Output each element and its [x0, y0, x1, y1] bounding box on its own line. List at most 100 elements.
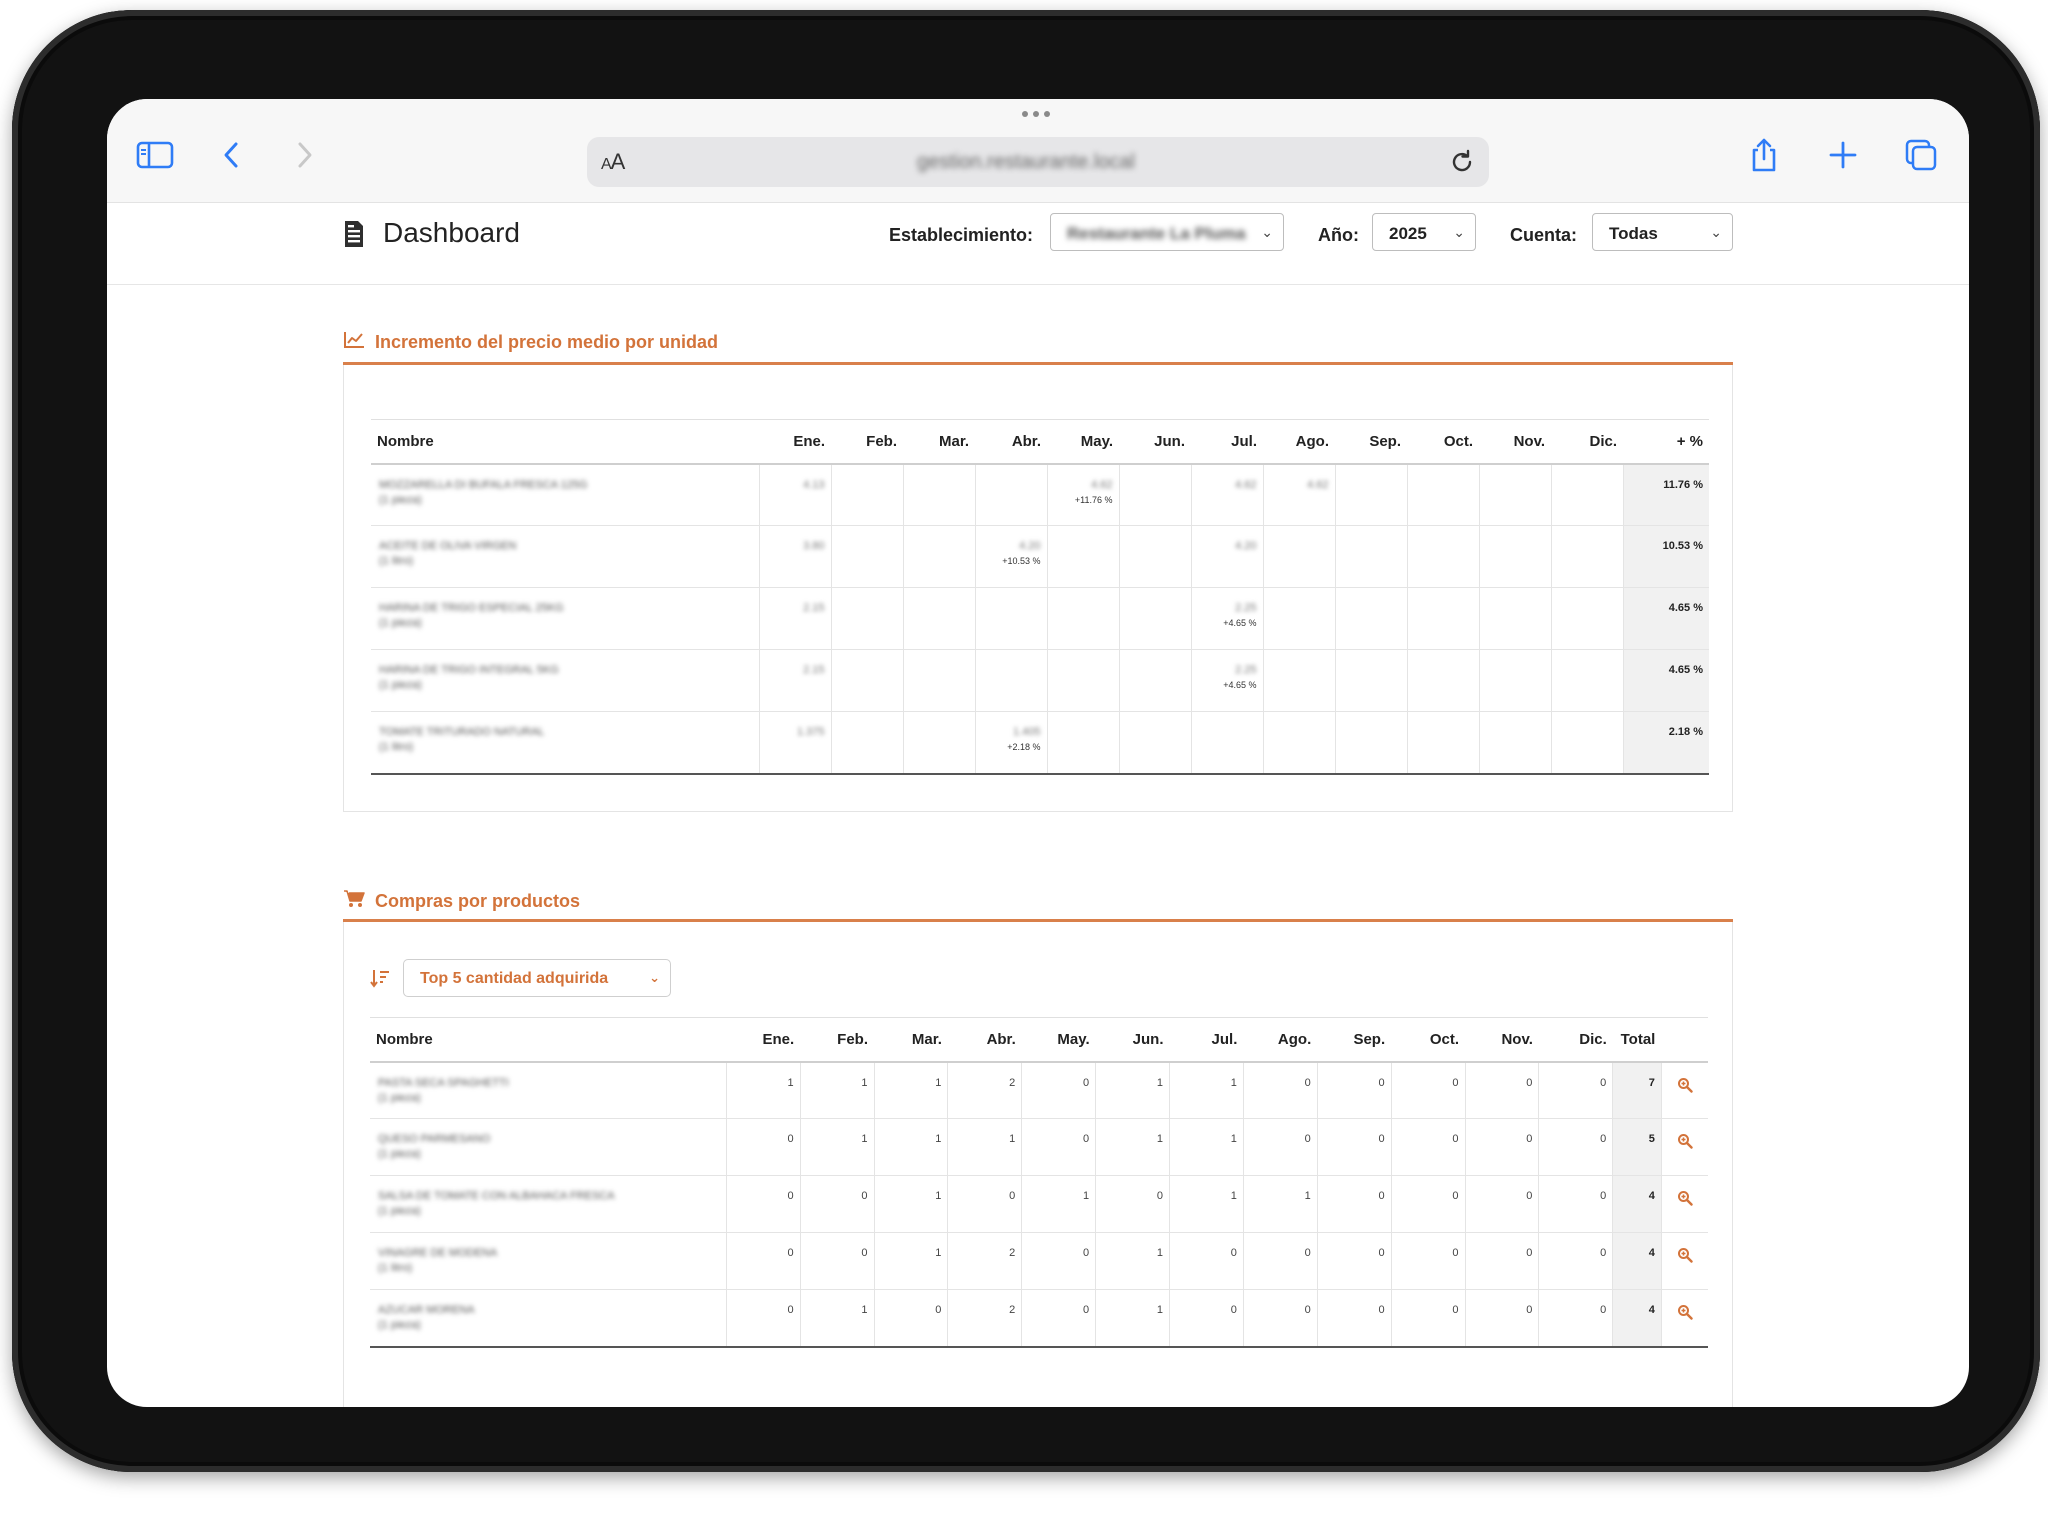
month-quantity: 0	[799, 1175, 874, 1233]
multitasking-grabber[interactable]	[1022, 111, 1050, 117]
price-increase: +4.65 %	[1223, 618, 1257, 628]
view-detail-button[interactable]	[1660, 1061, 1708, 1119]
month-price-cell	[1550, 525, 1623, 588]
product-name-cell: VINAGRE DE MODENA (1 litro)	[370, 1232, 727, 1290]
month-quantity: 1	[799, 1118, 874, 1176]
month-price-cell	[902, 711, 975, 775]
month-quantity: 0	[1464, 1232, 1539, 1290]
sort-select[interactable]: Top 5 cantidad adquirida ⌄	[403, 959, 671, 997]
month-price-cell	[1118, 711, 1191, 775]
view-detail-button[interactable]	[1660, 1175, 1708, 1233]
establecimiento-label: Establecimiento:	[889, 225, 1034, 245]
product-name: ACEITE DE OLIVA VIRGEN	[379, 540, 517, 552]
column-header-nombre: Nombre	[370, 1017, 727, 1063]
address-bar[interactable]: AA gestion.restaurante.local	[587, 137, 1489, 187]
forward-icon[interactable]	[285, 135, 325, 175]
month-quantity: 1	[799, 1061, 874, 1119]
month-price: 4.20	[1235, 540, 1257, 552]
month-price-cell	[974, 463, 1047, 526]
product-name-cell: AZUCAR MORENA (1 pieza)	[370, 1289, 727, 1348]
column-header: Ene.	[759, 419, 831, 465]
column-header: Jun.	[1119, 419, 1191, 465]
chevron-down-icon: ⌄	[649, 970, 660, 985]
column-header: Oct.	[1407, 419, 1479, 465]
product-name-cell: TOMATE TRITURADO NATURAL (1 litro)	[371, 711, 759, 775]
month-price-cell: 2.25 +4.65 %	[1190, 587, 1263, 650]
month-quantity: 1	[1169, 1175, 1244, 1233]
month-price-cell	[1334, 711, 1407, 775]
table-header-row: Nombre Ene. Feb. Mar. Abr. May. Jun. Jul. Ago. Se…	[371, 419, 1709, 465]
month-price-cell: 1.375	[758, 711, 831, 775]
month-quantity: 0	[1464, 1175, 1539, 1233]
column-header: Jun.	[1095, 1017, 1170, 1063]
month-price-cell	[830, 649, 903, 712]
month-price-cell: 4.62	[1190, 463, 1263, 526]
month-quantity: 0	[1021, 1289, 1096, 1348]
sort-descending-icon	[369, 967, 391, 989]
reader-text-size-button[interactable]: AA	[601, 149, 625, 175]
sidebar-icon[interactable]	[135, 135, 175, 175]
month-price-cell	[1190, 711, 1263, 775]
product-unit: (1 pieza)	[378, 1319, 421, 1331]
month-price-cell	[1478, 587, 1551, 650]
product-unit: (1 pieza)	[378, 1205, 421, 1217]
month-price-cell	[1478, 649, 1551, 712]
month-price-cell	[1550, 711, 1623, 775]
document-icon	[343, 219, 365, 249]
cuenta-value: Todas	[1609, 224, 1658, 243]
month-price-cell: 4.62 +11.76 %	[1046, 463, 1119, 526]
column-header: Feb.	[800, 1017, 874, 1063]
products-section-header: Compras por productos	[343, 889, 580, 914]
view-detail-button[interactable]	[1660, 1232, 1708, 1290]
view-detail-button[interactable]	[1660, 1289, 1708, 1348]
anio-select[interactable]: 2025 ⌄	[1372, 213, 1476, 251]
month-quantity: 0	[1464, 1289, 1539, 1348]
view-detail-button[interactable]	[1660, 1118, 1708, 1176]
month-quantity: 1	[1095, 1232, 1170, 1290]
month-quantity: 0	[1242, 1061, 1318, 1119]
month-quantity: 0	[1316, 1289, 1392, 1348]
column-header: Mar.	[874, 1017, 948, 1063]
product-name: TOMATE TRITURADO NATURAL	[379, 726, 545, 738]
month-quantity: 1	[873, 1118, 948, 1176]
column-header-nombre: Nombre	[371, 419, 759, 465]
month-quantity: 0	[1538, 1175, 1613, 1233]
increase-percent: 4.65 %	[1622, 587, 1709, 650]
month-price-cell	[1478, 711, 1551, 775]
tabs-overview-icon[interactable]	[1901, 135, 1941, 175]
month-quantity: 2	[947, 1061, 1022, 1119]
cuenta-select[interactable]: Todas ⌄	[1592, 213, 1733, 251]
month-price-cell: 4.13	[758, 463, 831, 526]
month-price-cell	[1406, 463, 1479, 526]
chevron-down-icon: ⌄	[1261, 224, 1273, 240]
column-header: Dic.	[1538, 1017, 1613, 1063]
back-icon[interactable]	[211, 135, 251, 175]
month-price-cell	[1046, 649, 1119, 712]
column-header: Ago.	[1243, 1017, 1318, 1063]
anio-value: 2025	[1389, 224, 1427, 243]
month-price-cell	[1046, 525, 1119, 588]
product-unit: (1 litro)	[379, 741, 414, 753]
column-header: Total	[1612, 1017, 1662, 1063]
month-quantity: 0	[1169, 1232, 1244, 1290]
tablet-frame: AA gestion.restaurante.local Dashboard E…	[12, 10, 2040, 1472]
new-tab-icon[interactable]	[1823, 135, 1863, 175]
reload-icon[interactable]	[1447, 147, 1477, 177]
price-section-card: Nombre Ene. Feb. Mar. Abr. May. Jun. Jul. Ago. Se…	[343, 365, 1733, 812]
month-quantity: 0	[1390, 1175, 1465, 1233]
establecimiento-select[interactable]: Restaurante La Pluma ⌄	[1050, 213, 1284, 251]
month-quantity: 0	[1021, 1061, 1096, 1119]
month-price-cell	[830, 711, 903, 775]
month-quantity: 0	[1390, 1289, 1465, 1348]
month-quantity: 1	[1095, 1061, 1170, 1119]
month-quantity: 1	[947, 1118, 1022, 1176]
table-row: HARINA DE TRIGO ESPECIAL 25KG (1 pieza) 2.…	[371, 587, 1709, 650]
product-name: HARINA DE TRIGO ESPECIAL 25KG	[379, 602, 564, 614]
month-price-cell: 1.405 +2.18 %	[974, 711, 1047, 775]
cuenta-label: Cuenta:	[1510, 225, 1577, 245]
product-unit: (1 pieza)	[378, 1148, 421, 1160]
products-purchase-table: Nombre Ene. Feb. Mar. Abr. May. Jun. Jul. Ago. Se…	[370, 1017, 1708, 1348]
month-quantity: 0	[1169, 1289, 1244, 1348]
share-icon[interactable]	[1744, 135, 1784, 175]
month-quantity: 0	[1021, 1118, 1096, 1176]
